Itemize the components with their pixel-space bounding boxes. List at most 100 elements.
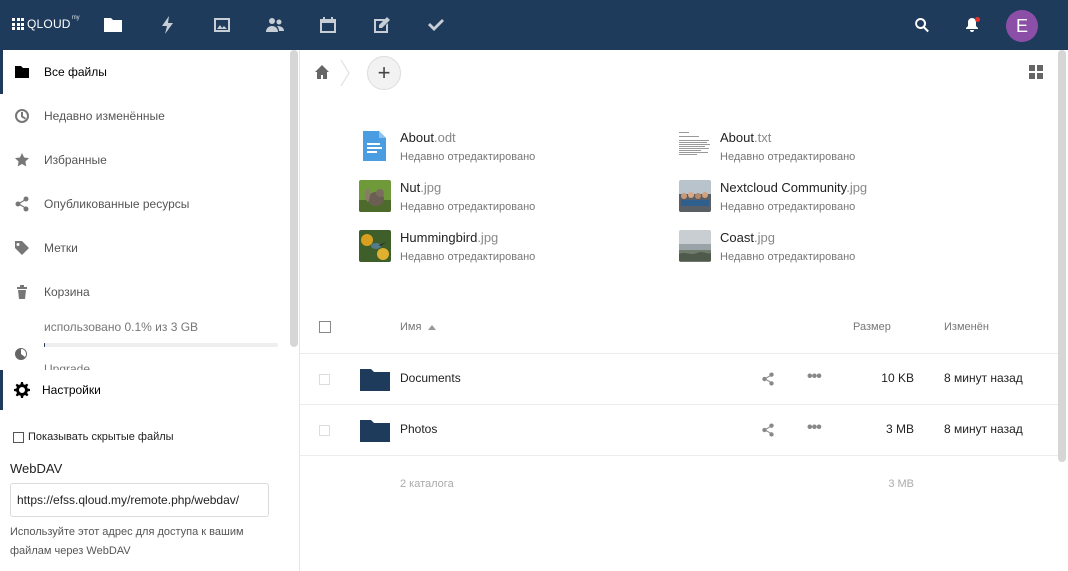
sidebar-item-all-files[interactable]: Все файлы <box>0 50 290 94</box>
recent-file-name: Hummingbird.jpg <box>400 230 498 245</box>
grid-view-icon[interactable] <box>1029 65 1043 79</box>
show-hidden-label: Показывать скрытые файлы <box>28 431 174 443</box>
sidebar-item-label: Опубликованные ресурсы <box>44 197 190 211</box>
webdav-url-input[interactable] <box>10 483 269 517</box>
sidebar-item-label: Избранные <box>44 153 107 167</box>
home-icon[interactable] <box>314 64 330 80</box>
sidebar-item-label: Метки <box>44 241 78 255</box>
main-content: + About.odt Недавно отредактировано Abou… <box>300 50 1068 571</box>
notes-icon[interactable] <box>370 13 394 37</box>
add-new-button[interactable]: + <box>367 56 401 90</box>
activity-icon[interactable] <box>156 13 180 37</box>
recent-file[interactable]: About.txt Недавно отредактировано <box>679 130 979 174</box>
recent-file-name: Nut.jpg <box>400 180 441 195</box>
search-icon[interactable] <box>910 13 934 37</box>
settings-toggle[interactable]: Настройки <box>0 370 298 410</box>
upgrade-link[interactable]: Upgrade <box>44 362 90 370</box>
text-preview <box>679 130 711 162</box>
file-base: Nut <box>400 180 421 195</box>
quota-bar <box>44 343 278 347</box>
show-hidden-checkbox[interactable] <box>13 431 24 443</box>
recent-file[interactable]: Hummingbird.jpg Недавно отредактировано <box>359 230 659 274</box>
calendar-icon[interactable] <box>316 13 340 37</box>
recent-file-status: Недавно отредактировано <box>720 251 856 263</box>
recent-file-status: Недавно отредактировано <box>400 201 536 213</box>
sidebar: Все файлы Недавно изменённые Избранные О… <box>0 50 300 571</box>
bird-photo <box>359 230 391 262</box>
recent-file-status: Недавно отредактировано <box>400 151 536 163</box>
document-icon <box>359 130 391 162</box>
table-row[interactable]: Documents ••• 10 KB 8 минут назад <box>300 354 1058 405</box>
file-name[interactable]: Photos <box>400 422 437 436</box>
recent-file-status: Недавно отредактировано <box>720 201 856 213</box>
logo-text: QLOUD <box>27 17 71 31</box>
clock-icon <box>14 108 30 124</box>
share-icon[interactable] <box>761 423 775 437</box>
file-base: About <box>400 130 434 145</box>
sidebar-item-recent[interactable]: Недавно изменённые <box>0 94 290 138</box>
crowd-photo <box>679 180 711 212</box>
recent-file[interactable]: Nextcloud Community.jpg Недавно отредакт… <box>679 180 979 224</box>
select-all-checkbox[interactable] <box>319 321 331 333</box>
recent-file[interactable]: Nut.jpg Недавно отредактировано <box>359 180 659 224</box>
more-actions-icon[interactable]: ••• <box>807 420 825 437</box>
file-ext: .jpg <box>420 180 442 195</box>
sidebar-item-label: Недавно изменённые <box>44 109 165 123</box>
qloud-logo[interactable]: QLOUD my <box>12 15 80 31</box>
column-name[interactable]: Имя <box>400 321 437 333</box>
folder-icon <box>360 418 390 442</box>
recent-file-name: About.odt <box>400 130 456 145</box>
sidebar-item-favorites[interactable]: Избранные <box>0 138 290 182</box>
main-scrollbar[interactable] <box>1058 50 1066 462</box>
column-size[interactable]: Размер <box>853 321 891 333</box>
sidebar-item-label: Все файлы <box>44 65 107 79</box>
row-checkbox[interactable] <box>319 425 330 436</box>
file-size: 3 MB <box>885 422 914 436</box>
sidebar-scrollbar[interactable] <box>290 50 298 347</box>
folder-icon <box>14 64 30 80</box>
file-base: About <box>720 130 754 145</box>
notification-dot <box>975 17 980 22</box>
recent-file-name: Nextcloud Community.jpg <box>720 180 867 195</box>
show-hidden-files-option[interactable]: Показывать скрытые файлы <box>13 431 174 443</box>
recent-file-name: Coast.jpg <box>720 230 775 245</box>
recent-file[interactable]: Coast.jpg Недавно отредактировано <box>679 230 979 274</box>
webdav-help-text: Используйте этот адрес для доступа к ваш… <box>10 526 244 557</box>
logo-superscript: my <box>71 15 80 21</box>
recent-file-name: About.txt <box>720 130 771 145</box>
table-row[interactable]: Photos ••• 3 MB 8 минут назад <box>300 405 1058 456</box>
share-icon[interactable] <box>761 372 775 386</box>
file-table-header: Имя Размер Изменён <box>300 308 1058 354</box>
folder-icon <box>360 367 390 391</box>
sort-asc-icon <box>428 324 437 330</box>
more-actions-icon[interactable]: ••• <box>807 369 825 386</box>
contacts-icon[interactable] <box>263 13 287 37</box>
file-ext: .txt <box>753 130 772 145</box>
coast-photo <box>679 230 711 262</box>
row-checkbox[interactable] <box>319 374 330 385</box>
summary-count: 2 каталога <box>400 478 454 490</box>
file-ext: .jpg <box>846 180 868 195</box>
file-base: Nextcloud Community <box>720 180 847 195</box>
column-modified[interactable]: Изменён <box>944 321 989 333</box>
tasks-icon[interactable] <box>424 13 448 37</box>
recent-file[interactable]: About.odt Недавно отредактировано <box>359 130 659 174</box>
trash-icon <box>14 284 30 300</box>
sidebar-item-shared[interactable]: Опубликованные ресурсы <box>0 182 290 226</box>
user-avatar[interactable]: E <box>1006 10 1038 42</box>
squirrel-photo <box>359 180 391 212</box>
sidebar-item-trash[interactable]: Корзина <box>0 270 290 314</box>
sidebar-item-tags[interactable]: Метки <box>0 226 290 270</box>
star-icon <box>14 152 30 168</box>
summary-size: 3 MB <box>888 478 914 490</box>
files-icon[interactable] <box>101 13 125 37</box>
gallery-icon[interactable] <box>210 13 234 37</box>
logo-grid-icon <box>12 18 24 30</box>
share-icon <box>14 196 30 212</box>
top-header: QLOUD my E <box>0 0 1068 50</box>
table-summary: 2 каталога 3 MB <box>300 470 1058 500</box>
breadcrumb-separator <box>340 59 350 87</box>
file-name[interactable]: Documents <box>400 371 461 385</box>
notifications-bell-icon[interactable] <box>960 13 984 37</box>
sidebar-item-label: Корзина <box>44 285 90 299</box>
